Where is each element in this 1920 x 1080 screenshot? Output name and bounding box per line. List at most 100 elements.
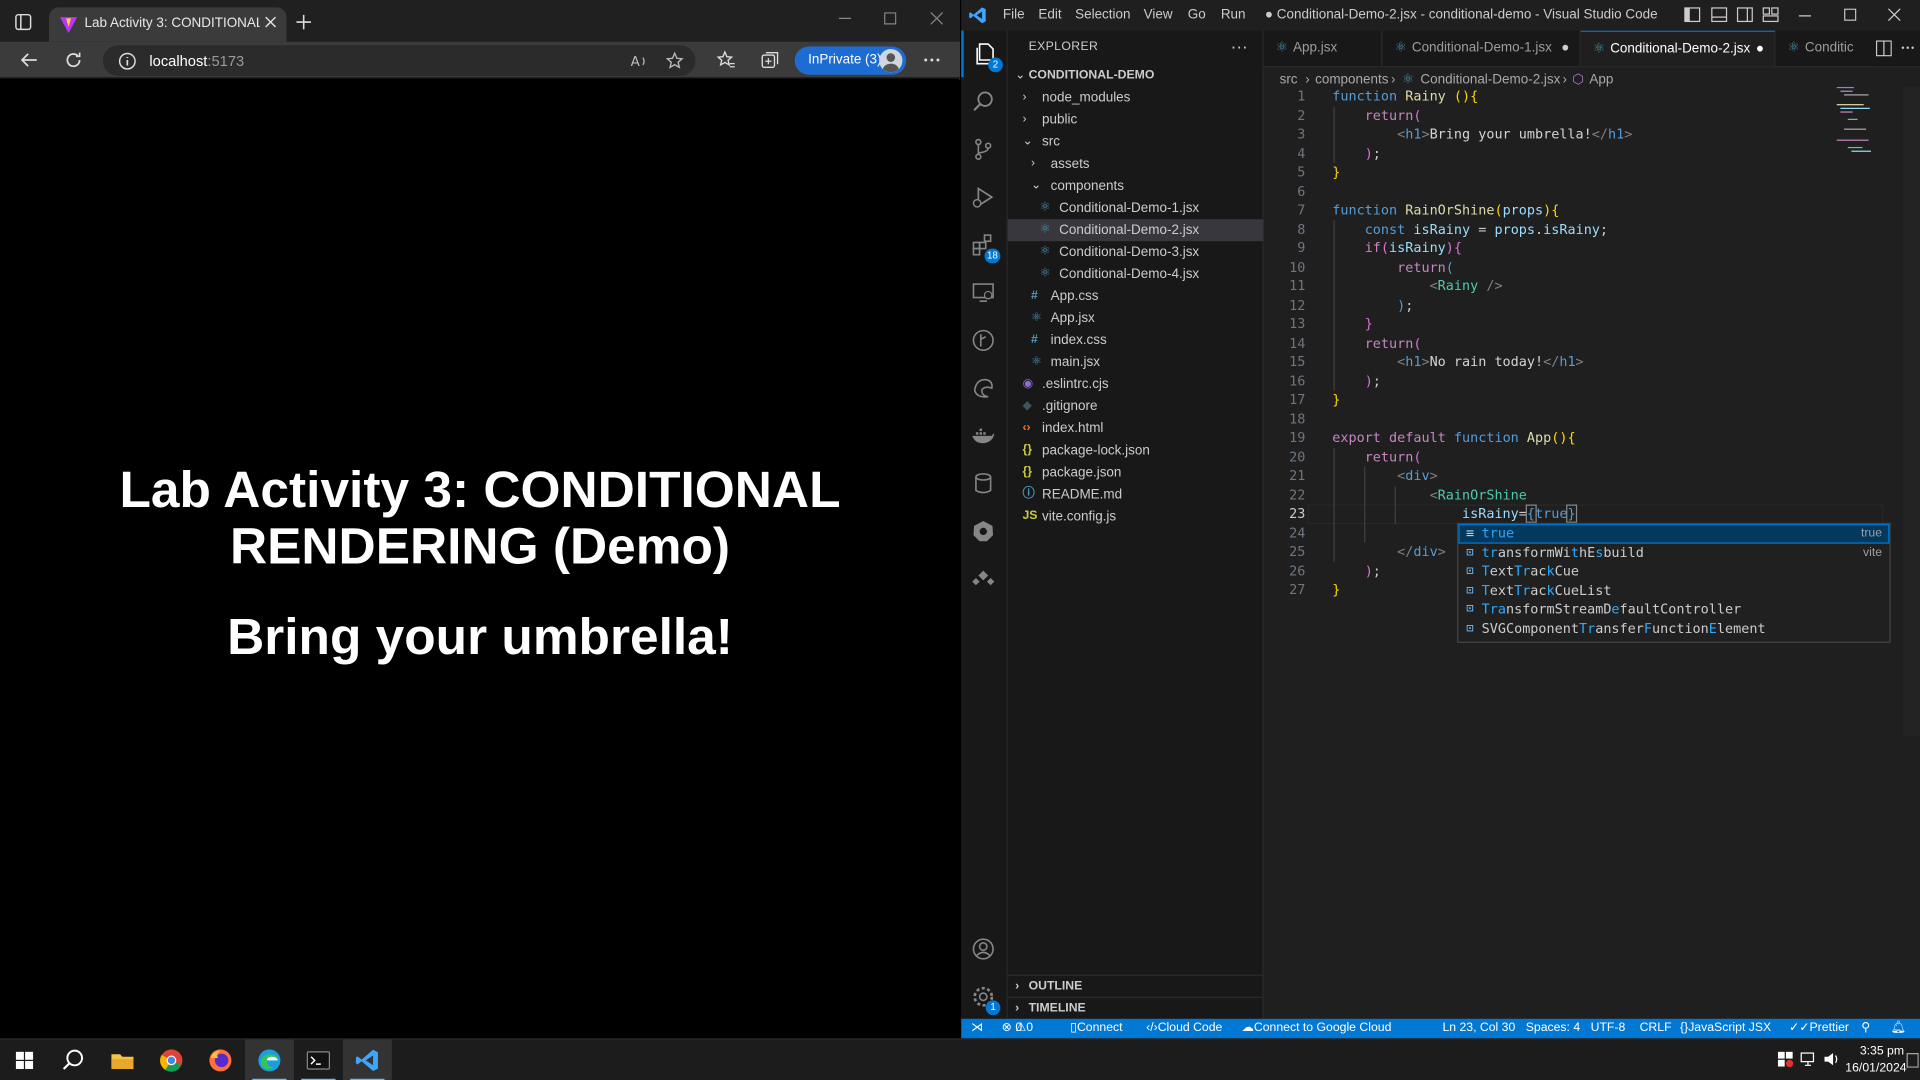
database-activity[interactable] bbox=[961, 460, 1008, 507]
docker-activity[interactable] bbox=[961, 413, 1008, 460]
suggestion-item[interactable]: ⊡ TransformStreamDefaultController bbox=[1458, 600, 1889, 619]
tree-file[interactable]: ‹› index.html bbox=[1008, 418, 1264, 440]
taskbar-firefox[interactable] bbox=[196, 1040, 245, 1080]
problems-indicator[interactable]: ⊗ 0 ⚠ 0 bbox=[1002, 1019, 1033, 1039]
system-clock[interactable]: 3:35 pm 16/01/2024 bbox=[1845, 1043, 1906, 1077]
google-cloud-button[interactable]: ☁ Connect to Google Cloud bbox=[1242, 1019, 1392, 1039]
workspace-root[interactable]: ⌄ CONDITIONAL-DEMO bbox=[1008, 65, 1264, 87]
taskbar-terminal[interactable] bbox=[294, 1040, 343, 1080]
taskbar-chrome[interactable] bbox=[147, 1040, 196, 1080]
collections-icon[interactable] bbox=[760, 50, 780, 70]
vscode-minimize-icon[interactable] bbox=[1798, 10, 1812, 22]
more-options-icon[interactable] bbox=[922, 50, 942, 70]
back-icon[interactable] bbox=[20, 50, 40, 70]
tree-file[interactable]: ⓘ README.md bbox=[1008, 484, 1264, 506]
cloud-code-button[interactable]: ‹/› Cloud Code bbox=[1146, 1019, 1222, 1039]
toggle-primary-sidebar-icon[interactable] bbox=[1684, 6, 1701, 23]
connect-button[interactable]: ▯ Connect bbox=[1070, 1019, 1122, 1039]
tree-file[interactable]: {} package.json bbox=[1008, 462, 1264, 484]
tree-folder[interactable]: › public bbox=[1008, 109, 1264, 131]
start-button[interactable] bbox=[0, 1040, 49, 1080]
tree-file[interactable]: ◉ .eslintrc.cjs bbox=[1008, 373, 1264, 395]
suggestion-item[interactable]: ≡ true true bbox=[1458, 524, 1890, 544]
tree-file[interactable]: {} package-lock.json bbox=[1008, 440, 1264, 462]
line-endings[interactable]: CRLF bbox=[1640, 1019, 1672, 1039]
vscode-close-icon[interactable] bbox=[1888, 8, 1901, 21]
encoding[interactable]: UTF-8 bbox=[1591, 1019, 1626, 1039]
menu-go[interactable]: Go bbox=[1188, 7, 1206, 22]
close-tab-icon[interactable] bbox=[264, 16, 277, 28]
tree-file[interactable]: ⚛ Conditional-Demo-1.jsx bbox=[1008, 197, 1264, 219]
tree-file[interactable]: ⚛ Conditional-Demo-4.jsx bbox=[1008, 263, 1264, 285]
menu-selection[interactable]: Selection bbox=[1075, 7, 1130, 22]
search-activity[interactable] bbox=[961, 78, 1008, 125]
network-icon[interactable] bbox=[1800, 1051, 1817, 1068]
taskbar-vscode[interactable] bbox=[342, 1039, 392, 1080]
tree-file[interactable]: JS vite.config.js bbox=[1008, 506, 1264, 528]
customize-layout-icon[interactable] bbox=[1762, 6, 1779, 23]
tree-folder[interactable]: › node_modules bbox=[1008, 87, 1264, 109]
taskbar-file-explorer[interactable] bbox=[98, 1040, 147, 1080]
tree-folder[interactable]: › assets bbox=[1008, 153, 1264, 175]
notifications-bell-icon[interactable]: 🔔︎ bbox=[1891, 1019, 1907, 1039]
breadcrumb-symbol[interactable]: App bbox=[1589, 67, 1613, 91]
remote-icon[interactable]: ⋊ bbox=[971, 1019, 983, 1039]
suggestion-item[interactable]: ⊡ TextTrackCueList bbox=[1458, 581, 1889, 600]
indentation[interactable]: Spaces: 4 bbox=[1526, 1019, 1580, 1039]
remote-explorer-activity[interactable] bbox=[961, 269, 1008, 316]
feedback-icon[interactable]: ⚲ bbox=[1861, 1019, 1870, 1039]
browser-tab-active[interactable]: Lab Activity 3: CONDITIONAL RE bbox=[48, 7, 287, 42]
tree-file[interactable]: # index.css bbox=[1008, 329, 1264, 351]
tab-conditional-demo-2[interactable]: ⚛ Conditional-Demo-2.jsx ● bbox=[1580, 30, 1776, 67]
tree-file[interactable]: ⚛ Conditional-Demo-3.jsx bbox=[1008, 241, 1264, 263]
menu-file[interactable]: File bbox=[1003, 7, 1025, 22]
maximize-icon[interactable] bbox=[884, 12, 897, 25]
inprivate-button[interactable]: InPrivate (3) bbox=[794, 46, 907, 75]
toggle-secondary-sidebar-icon[interactable] bbox=[1736, 6, 1753, 23]
explorer-more-icon[interactable]: ··· bbox=[1231, 37, 1248, 57]
tree-file[interactable]: ⚛ App.jsx bbox=[1008, 307, 1264, 329]
menu-run[interactable]: Run bbox=[1221, 7, 1246, 22]
refresh-icon[interactable] bbox=[64, 50, 84, 70]
extensions-activity[interactable]: 18 bbox=[961, 222, 1008, 269]
add-favorite-icon[interactable] bbox=[665, 51, 685, 71]
tab-conditional-demo-1[interactable]: ⚛ Conditional-Demo-1.jsx ● bbox=[1382, 30, 1581, 67]
taskbar-search[interactable] bbox=[49, 1040, 98, 1080]
suggestion-item[interactable]: ⊡ SVGComponentTransferFunctionElement bbox=[1458, 619, 1889, 638]
outline-section[interactable]: › OUTLINE bbox=[1007, 974, 1264, 997]
site-info-icon[interactable] bbox=[118, 51, 138, 71]
menu-edit[interactable]: Edit bbox=[1038, 7, 1061, 22]
cursor-position[interactable]: Ln 23, Col 30 bbox=[1442, 1019, 1515, 1039]
volume-icon[interactable] bbox=[1823, 1051, 1840, 1068]
unsaved-dot-icon[interactable]: ● bbox=[1561, 31, 1569, 67]
favorites-icon[interactable] bbox=[716, 50, 736, 70]
git-graph-activity[interactable] bbox=[961, 317, 1008, 364]
edge-devtools-activity[interactable] bbox=[961, 365, 1008, 412]
vertical-scrollbar[interactable] bbox=[1902, 86, 1920, 736]
security-shield-icon[interactable] bbox=[1777, 1051, 1794, 1068]
tree-folder[interactable]: ⌄ src bbox=[1008, 131, 1264, 153]
read-aloud-icon[interactable]: A bbox=[629, 51, 649, 71]
tree-file[interactable]: ◆ .gitignore bbox=[1008, 396, 1264, 418]
taskbar-edge[interactable] bbox=[244, 1039, 294, 1080]
source-control-activity[interactable] bbox=[961, 126, 1008, 173]
minimize-icon[interactable] bbox=[838, 12, 852, 24]
suggestion-item[interactable]: ⊡ transformWithEsbuild vite bbox=[1458, 543, 1889, 562]
tab-conditional-demo-overflow[interactable]: ⚛ Conditic bbox=[1776, 31, 1874, 67]
suggestion-item[interactable]: ⊡ TextTrackCue bbox=[1458, 562, 1889, 581]
cloud-code-activity[interactable] bbox=[961, 556, 1008, 603]
kubernetes-activity[interactable] bbox=[961, 508, 1008, 555]
run-debug-activity[interactable] bbox=[961, 174, 1008, 221]
language-mode[interactable]: {} JavaScript JSX bbox=[1680, 1019, 1771, 1039]
explorer-activity[interactable]: 2 bbox=[961, 30, 1008, 78]
timeline-section[interactable]: › TIMELINE bbox=[1007, 996, 1264, 1019]
manage-activity[interactable]: 1 bbox=[961, 973, 1008, 1020]
minimap[interactable] bbox=[1836, 86, 1896, 160]
address-bar[interactable]: localhost:5173 A bbox=[102, 45, 696, 76]
notification-icon[interactable] bbox=[1906, 1053, 1919, 1068]
new-tab-icon[interactable] bbox=[296, 14, 312, 30]
unsaved-dot-icon[interactable]: ● bbox=[1756, 32, 1764, 66]
tree-file[interactable]: # App.css bbox=[1008, 285, 1264, 307]
tree-file[interactable]: ⚛ Conditional-Demo-2.jsx bbox=[1007, 219, 1264, 242]
close-window-icon[interactable] bbox=[930, 12, 943, 25]
